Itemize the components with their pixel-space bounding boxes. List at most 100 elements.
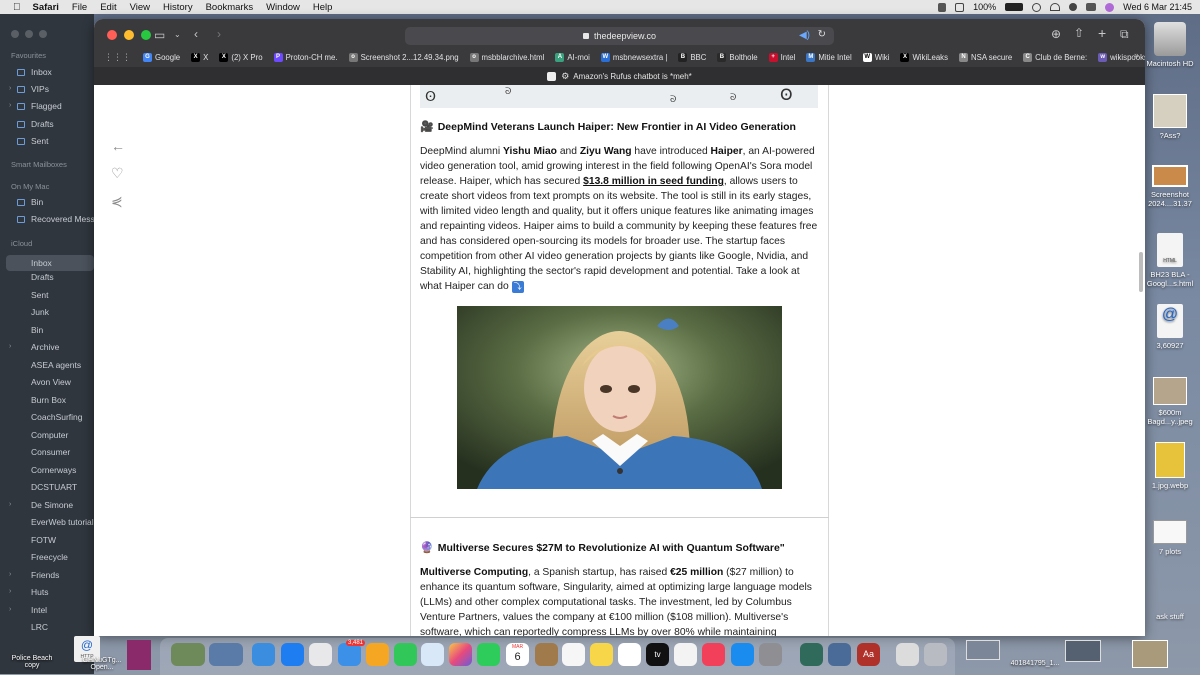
mailbox-vips[interactable]: VIPs: [31, 84, 49, 94]
bookmark-screenshot-2-12-49-34-png[interactable]: o Screenshot 2...12.49.34.png: [348, 52, 459, 62]
bookmark-bbc[interactable]: B BBC: [678, 52, 706, 62]
clock[interactable]: Wed 6 Mar 21:45: [1123, 2, 1192, 12]
sidebar-toggle-icon[interactable]: ▭: [154, 28, 165, 42]
share-network-icon[interactable]: ⋞: [111, 193, 123, 210]
mailbox-flagged[interactable]: Flagged: [31, 101, 62, 111]
battery-icon[interactable]: [1005, 3, 1024, 11]
desktop-icon-webp[interactable]: 1.jpg.webp: [1142, 442, 1198, 490]
dock-notes-contacts-icon[interactable]: [535, 643, 558, 666]
mailbox-icloud-inbox[interactable]: Inbox: [6, 255, 94, 271]
mailbox-avon-view[interactable]: Avon View: [31, 377, 71, 387]
menu-help[interactable]: Help: [313, 2, 333, 13]
menu-history[interactable]: History: [163, 2, 193, 13]
desktop-icon-ass[interactable]: ?Ass?: [1142, 94, 1198, 140]
dock-documents-icon[interactable]: [896, 643, 919, 666]
mailbox-drafts[interactable]: Drafts: [31, 119, 54, 129]
bookmark-intel[interactable]: + Intel: [768, 52, 795, 62]
dock-reminders-icon[interactable]: [562, 643, 585, 666]
minimize-window-button[interactable]: [124, 30, 134, 40]
desktop-thumbnail-icon[interactable]: [966, 640, 1000, 660]
status-square-icon[interactable]: [955, 2, 965, 12]
bookmark-club-de-berne[interactable]: C Club de Berne:: [1023, 52, 1087, 62]
mailbox-archive[interactable]: Archive: [31, 342, 59, 352]
dock-music-icon[interactable]: [702, 643, 725, 666]
bookmark-nsa-secure[interactable]: N NSA secure: [958, 52, 1012, 62]
desktop-label-401841795[interactable]: 401841795_1...: [1000, 660, 1070, 667]
desktop-icon-html-file[interactable]: HTML BH23 BLA - Googl...s.html: [1142, 233, 1198, 288]
dock-photos-icon[interactable]: [449, 643, 472, 666]
desktop-label-ghnugtg[interactable]: GHNuGTg... Open...: [74, 657, 130, 671]
dock-thumbnail-1[interactable]: [171, 643, 205, 666]
menu-window[interactable]: Window: [266, 2, 300, 13]
menu-edit[interactable]: Edit: [100, 2, 116, 13]
bookmark-msbnewsextra[interactable]: Wmsbnewsextra |: [600, 52, 667, 62]
mailbox-fotw[interactable]: FOTW: [31, 535, 56, 545]
mailbox-intel[interactable]: Intel: [31, 605, 47, 615]
dock-safari-icon[interactable]: [281, 643, 304, 666]
mailbox-freecycle[interactable]: Freecycle: [31, 552, 68, 562]
chevron-down-icon[interactable]: ⌄: [174, 28, 181, 42]
dock-app-store-icon[interactable]: [731, 643, 754, 666]
desktop-icon-ask-stuff[interactable]: ask stuff: [1142, 612, 1198, 621]
back-icon[interactable]: ‹: [194, 27, 198, 41]
mailbox-icloud-bin[interactable]: Bin: [31, 325, 43, 335]
bookmark-msbblarchive-html[interactable]: o msbblarchive.html: [469, 52, 544, 62]
disclosure-arrow-icon[interactable]: ›: [9, 501, 11, 508]
bookmark-wikileaks[interactable]: X WikiLeaks: [900, 52, 948, 62]
mailbox-icloud-drafts[interactable]: Drafts: [31, 272, 54, 282]
search-icon[interactable]: [1069, 3, 1078, 11]
mailbox-lrc[interactable]: LRC: [31, 622, 48, 632]
dock-app-icon-2[interactable]: [828, 643, 851, 666]
back-arrow-icon[interactable]: ←: [111, 138, 125, 154]
reload-icon[interactable]: ↻: [818, 29, 826, 40]
mailbox-bin[interactable]: Bin: [31, 197, 43, 207]
menu-file[interactable]: File: [72, 2, 87, 13]
dock-trash-icon[interactable]: [924, 643, 947, 666]
mailbox-computer[interactable]: Computer: [31, 430, 68, 440]
dock-facetime-icon[interactable]: [477, 643, 500, 666]
heart-icon[interactable]: ♡: [111, 165, 124, 182]
mailbox-icloud-sent[interactable]: Sent: [31, 290, 49, 300]
dock-system-settings-icon[interactable]: [759, 643, 782, 666]
desktop-thumbnail-icon[interactable]: [127, 640, 151, 670]
desktop-icon-600m[interactable]: $600m Bagd...y..jpeg: [1142, 377, 1198, 426]
dock-pages-icon[interactable]: [366, 643, 389, 666]
bookmark-proton-ch-me[interactable]: P Proton-CH me.: [273, 52, 338, 62]
mailbox-asea-agents[interactable]: ASEA agents: [31, 360, 81, 370]
bookmarks-overflow-icon[interactable]: »: [1134, 50, 1139, 60]
menu-app-safari[interactable]: Safari: [33, 2, 59, 13]
desktop-icon-http-file[interactable]: @ 3,60927: [1142, 304, 1198, 350]
play-icon[interactable]: [1032, 2, 1042, 12]
disclosure-arrow-icon[interactable]: ›: [9, 588, 11, 595]
link-seed-funding[interactable]: $13.8 million in seed funding: [583, 176, 724, 187]
desktop-icon-7-plots[interactable]: 7 plots: [1142, 520, 1198, 556]
tab-title[interactable]: Amazon's Rufus chatbot is *meh*: [573, 72, 691, 81]
dock-notes-icon[interactable]: [590, 643, 613, 666]
mailbox-everweb[interactable]: EverWeb tutorial: [31, 517, 94, 527]
bookmark-google[interactable]: G Google: [143, 52, 180, 62]
menu-view[interactable]: View: [130, 2, 150, 13]
dock-thumbnail-2[interactable]: [209, 643, 243, 666]
mailbox-de-simone[interactable]: De Simone: [31, 500, 73, 510]
bookmark-mitie-intel[interactable]: M Mitie Intel: [806, 52, 852, 62]
mailbox-cornerways[interactable]: Cornerways: [31, 465, 76, 475]
wifi-off-icon[interactable]: [1050, 3, 1061, 11]
apple-menu-icon[interactable]: : [13, 2, 21, 13]
dock-news-icon[interactable]: [674, 643, 697, 666]
mailbox-friends[interactable]: Friends: [31, 570, 59, 580]
downloads-icon[interactable]: ⊕: [1051, 27, 1061, 41]
status-app-icon[interactable]: [938, 2, 947, 12]
speaker-icon[interactable]: ◀): [799, 30, 810, 41]
disclosure-arrow-icon[interactable]: ›: [9, 102, 11, 109]
bookmark-bolthole[interactable]: B Bolthole: [717, 52, 758, 62]
mailbox-consumer[interactable]: Consumer: [31, 447, 70, 457]
dock-preview-icon[interactable]: [421, 643, 444, 666]
desktop-thumbnail-icon[interactable]: [1065, 640, 1101, 662]
zoom-window-button[interactable]: [141, 30, 151, 40]
dock-apple-tv-icon[interactable]: tv: [646, 643, 669, 666]
link-multiverse-computing[interactable]: Multiverse Computing: [420, 567, 528, 578]
dock-mail-icon[interactable]: [338, 643, 361, 666]
dock-finder-icon[interactable]: [252, 643, 275, 666]
bookmark-x[interactable]: XX: [191, 52, 208, 62]
bookmark-ai-moi[interactable]: A AI-moi: [555, 52, 590, 62]
